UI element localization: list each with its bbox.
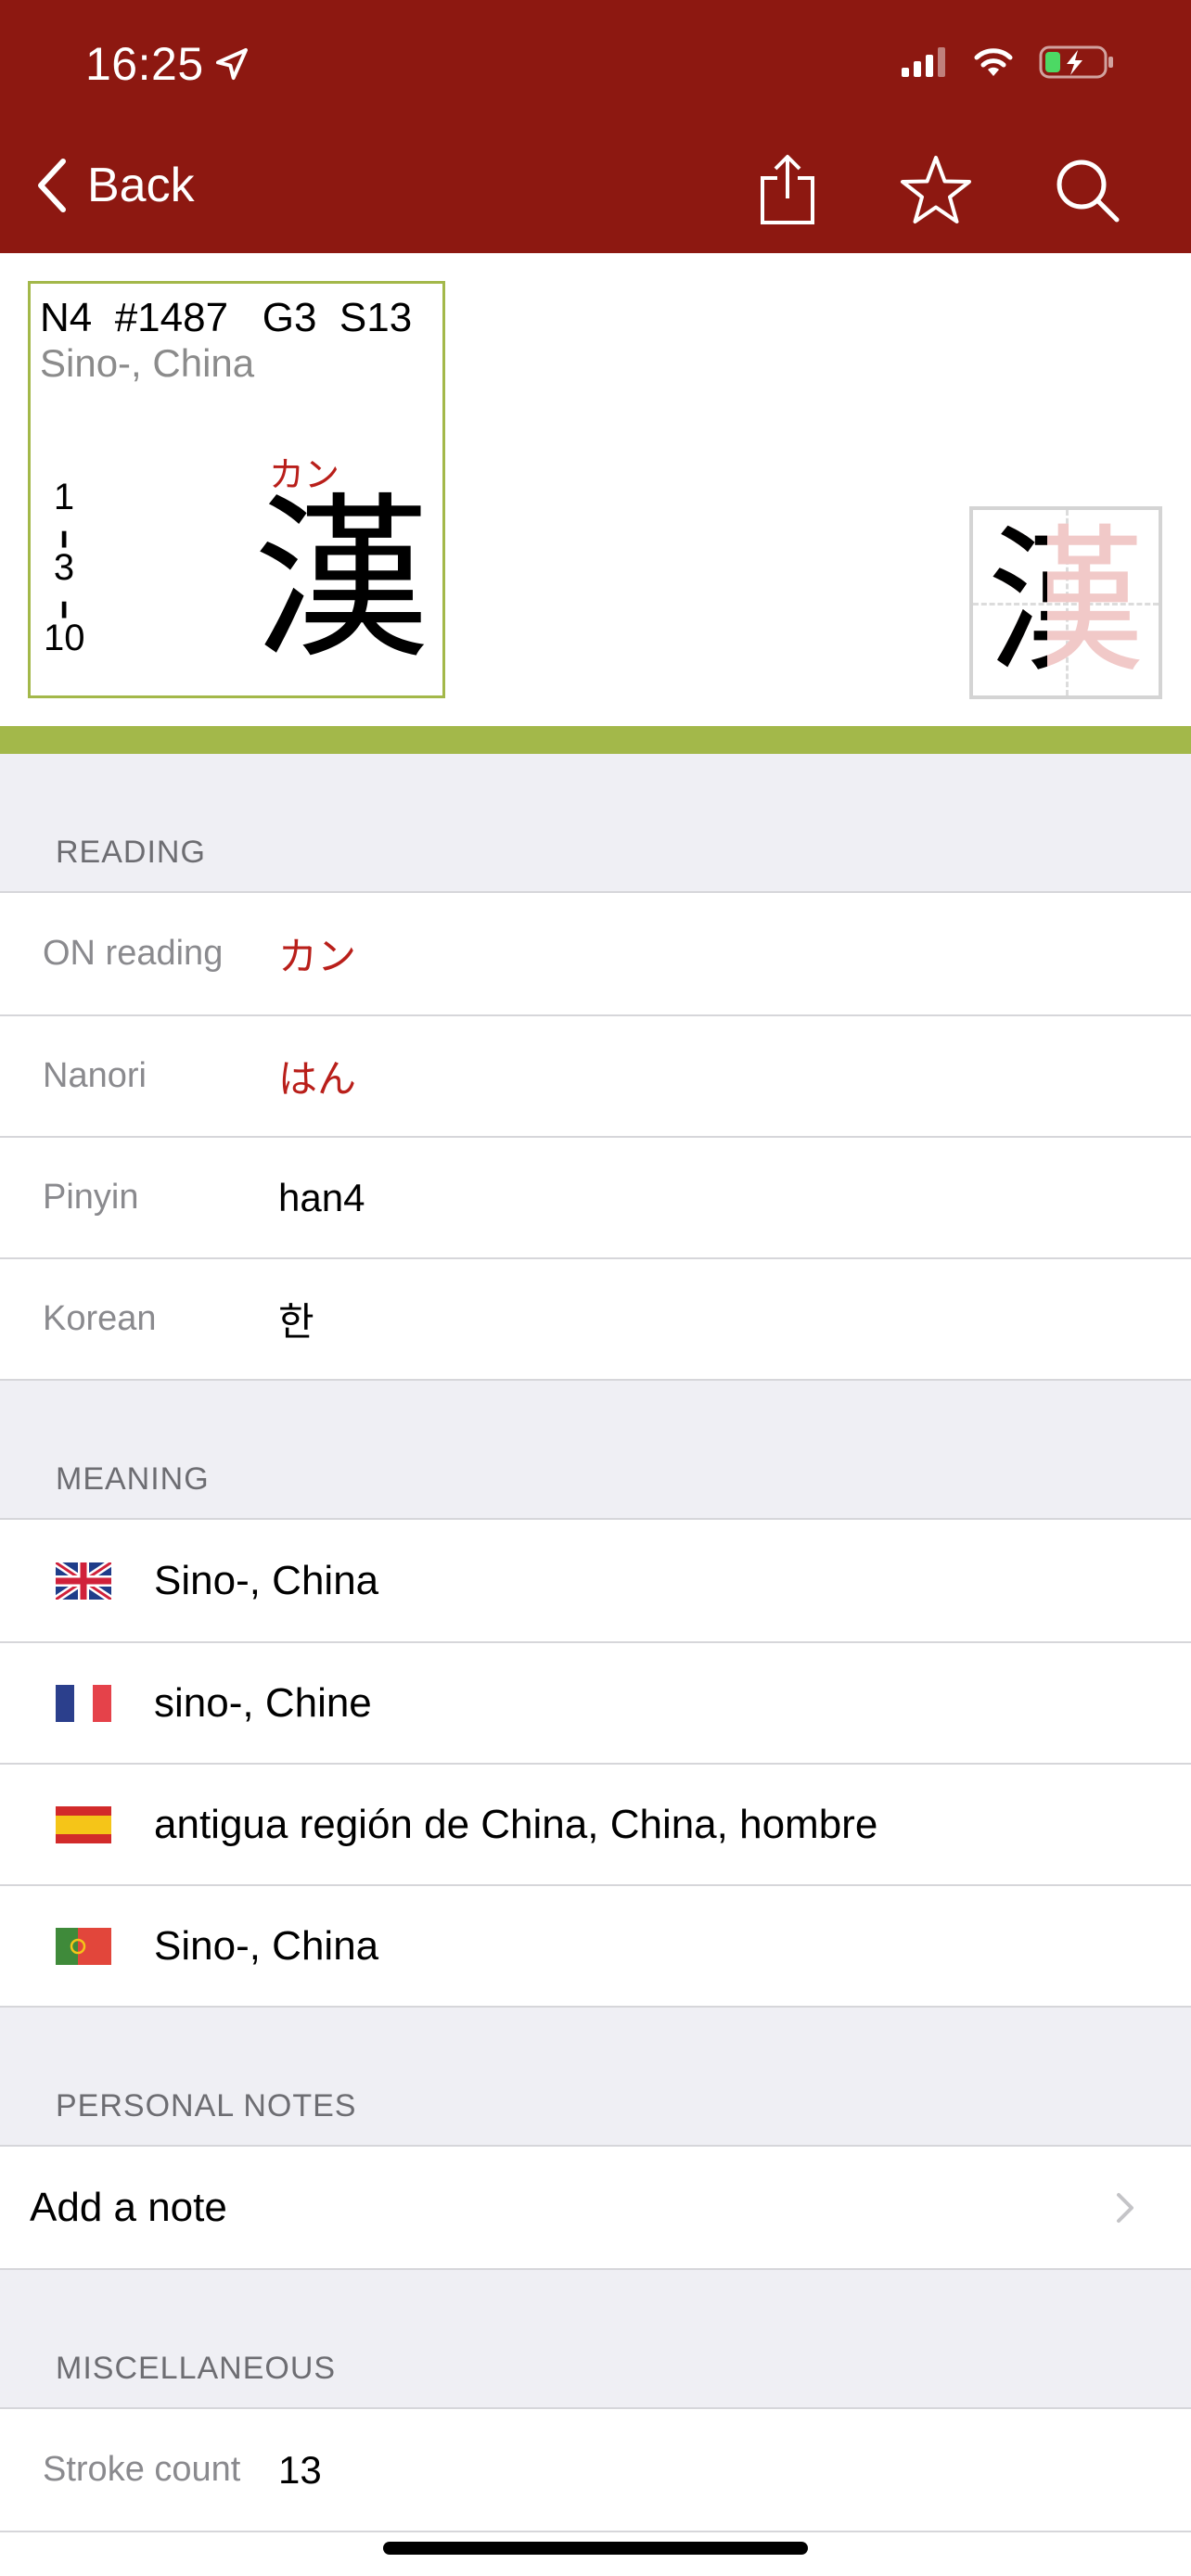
france-flag-icon — [56, 1684, 111, 1722]
row-label: ON reading — [43, 934, 224, 973]
back-label: Back — [87, 159, 195, 212]
section-header-misc: MISCELLANEOUS — [56, 2351, 337, 2386]
meaning-row-spanish: antigua región de China, China, hombre — [0, 1763, 1191, 1884]
kanji-meta: N4 #1487 G3 S13 — [40, 295, 412, 341]
section-header-meaning: MEANING — [56, 1461, 210, 1497]
status-indicators — [902, 45, 1115, 80]
stroke-number: 1 — [53, 477, 75, 517]
kanji-card: N4 #1487 G3 S13 Sino-, China 1 ╻ 3 ╻ 10 … — [28, 281, 445, 698]
kanji-index: #1487 — [114, 295, 229, 340]
meaning-group: Sino-, China sino-, Chine antigua región… — [0, 1518, 1191, 2008]
accent-divider — [0, 726, 1191, 754]
meaning-text: antigua región de China, China, hombre — [154, 1801, 878, 1847]
uk-flag-icon — [56, 1562, 111, 1600]
row-label: Nanori — [43, 1056, 147, 1095]
favorite-button[interactable] — [899, 153, 973, 227]
stroke-order-numbers: 1 ╻ 3 ╻ 10 — [44, 477, 85, 658]
search-icon — [1057, 159, 1120, 223]
row-value: はん — [278, 1057, 357, 1101]
row-label: Stroke count — [43, 2450, 241, 2489]
row-value: 13 — [278, 2447, 322, 2492]
short-meaning: Sino-, China — [40, 341, 255, 385]
reading-row-korean: Korean 한 — [0, 1257, 1191, 1379]
kanji-character: 漢 — [253, 478, 430, 682]
portugal-flag-icon — [56, 1927, 111, 1965]
section-header-reading: READING — [56, 835, 206, 870]
grade: G3 — [262, 295, 317, 340]
meaning-row-french: sino-, Chine — [0, 1641, 1191, 1763]
chevron-right-icon — [1117, 2192, 1133, 2223]
row-value: han4 — [278, 1175, 365, 1219]
kanji-detail: N4 #1487 G3 S13 Sino-, China 1 ╻ 3 ╻ 10 … — [0, 253, 1191, 726]
meaning-text: sino-, Chine — [154, 1679, 372, 1726]
row-value: カン — [278, 935, 357, 978]
meaning-text: Sino-, China — [154, 1557, 379, 1603]
meaning-row-english: Sino-, China — [0, 1520, 1191, 1641]
row-value: 한 — [278, 1300, 314, 1344]
reading-group: ON reading カン Nanori はん Pinyin han4 Kore… — [0, 891, 1191, 1381]
meaning-row-portuguese: Sino-, China — [0, 1884, 1191, 2006]
spain-flag-icon — [56, 1805, 111, 1843]
reading-row-nanori: Nanori はん — [0, 1014, 1191, 1136]
stroke-number: 3 — [53, 547, 75, 588]
section-header-notes: PERSONAL NOTES — [56, 2088, 357, 2123]
jlpt-level: N4 — [40, 295, 93, 340]
meaning-text: Sino-, China — [154, 1922, 379, 1969]
chevron-left-icon — [38, 159, 66, 212]
reading-row-on: ON reading カン — [0, 893, 1191, 1014]
nav-actions — [727, 153, 1191, 227]
navigation-header: 16:25 Back — [0, 0, 1191, 253]
star-icon — [901, 156, 971, 223]
back-button[interactable]: Back — [35, 158, 195, 213]
search-button[interactable] — [1050, 153, 1124, 227]
status-time: 16:25 — [85, 37, 250, 91]
misc-row-stroke-count: Stroke count 13 — [0, 2409, 1191, 2531]
share-icon — [761, 155, 814, 224]
details-list: READING ON reading カン Nanori はん Pinyin h… — [0, 754, 1191, 2576]
tick-separator: ╻ — [55, 587, 73, 618]
stroke-number: 10 — [44, 618, 85, 658]
reading-row-pinyin: Pinyin han4 — [0, 1136, 1191, 1257]
notes-group: Add a note — [0, 2145, 1191, 2270]
share-button[interactable] — [750, 153, 825, 227]
home-indicator[interactable] — [383, 2542, 808, 2555]
row-label: Pinyin — [43, 1178, 139, 1217]
battery-charging-icon — [1039, 45, 1113, 79]
add-note-row[interactable]: Add a note — [0, 2147, 1191, 2268]
stroke-order-animation[interactable]: 漢 漢 — [969, 506, 1162, 699]
tick-separator: ╻ — [55, 516, 73, 547]
clock: 16:25 — [85, 38, 204, 90]
wifi-icon — [974, 48, 1013, 76]
location-arrow-icon — [215, 48, 248, 80]
row-label: Korean — [43, 1299, 157, 1338]
add-note-label: Add a note — [30, 2184, 227, 2230]
cellular-signal-icon — [902, 47, 945, 77]
stroke-label: S13 — [339, 295, 413, 340]
